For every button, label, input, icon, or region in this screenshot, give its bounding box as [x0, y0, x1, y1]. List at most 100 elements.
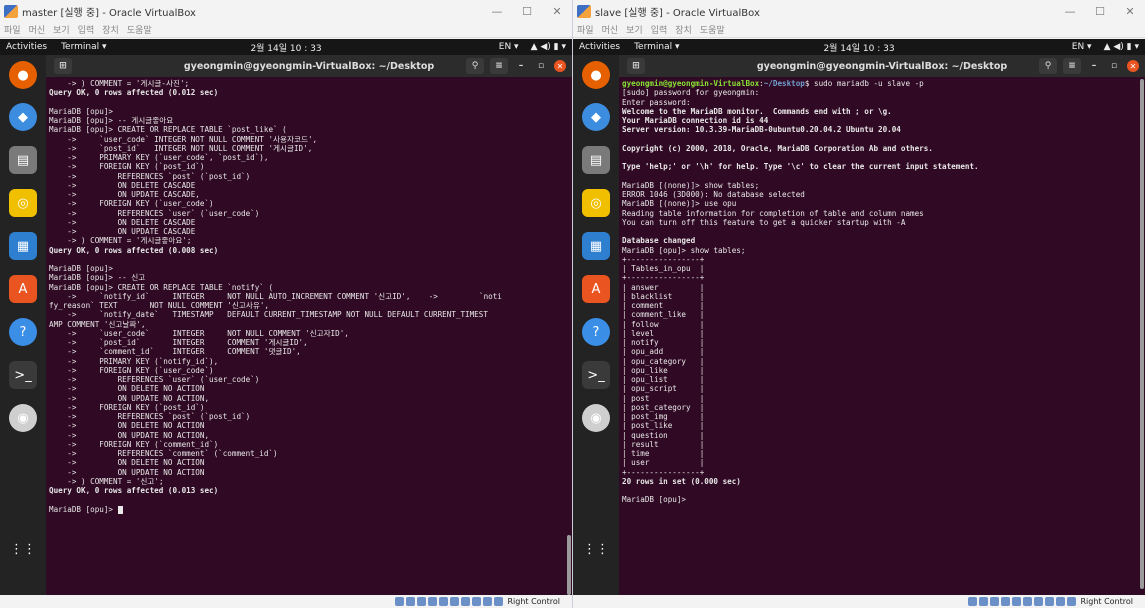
search-icon[interactable]: ⚲	[466, 58, 484, 74]
minimize-button[interactable]: —	[1055, 5, 1085, 18]
terminal-line: Enter password:	[622, 97, 691, 107]
close-icon[interactable]: ✕	[554, 60, 566, 72]
terminal-line: Query OK, 0 rows affected (0.008 sec)	[49, 245, 219, 255]
close-icon[interactable]: ✕	[1127, 60, 1139, 72]
prompt-user: gyeongmin@gyeongmin-VirtualBox	[622, 79, 760, 88]
files-icon[interactable]: ▤	[9, 146, 37, 174]
terminal-icon[interactable]: >_	[9, 361, 37, 389]
disc-icon[interactable]: ◉	[9, 404, 37, 432]
terminal-line: 20 rows in set (0.000 sec)	[622, 476, 741, 486]
vm-titlebar: slave [실행 중] - Oracle VirtualBox — ☐ ✕	[573, 0, 1145, 22]
terminal-line: -> FOREIGN KEY (`comment_id`)	[49, 439, 219, 449]
terminal-line: MariaDB [opu]>	[49, 264, 114, 273]
virtualbox-logo-icon	[577, 4, 591, 18]
terminal-line: ERROR 1046 (3D000): No database selected	[622, 190, 805, 199]
terminal-line: -> `post_id` INTEGER COMMENT '게시글ID',	[49, 338, 308, 347]
terminal-line: | result |	[622, 439, 705, 449]
system-menu[interactable]: ▲ ◀) ▮ ▾	[1104, 42, 1139, 52]
input-language[interactable]: EN ▾	[1072, 42, 1092, 52]
maximize-icon[interactable]: ▫	[1107, 61, 1121, 71]
terminal-scrollbar[interactable]	[565, 77, 571, 595]
terminal-scrollbar[interactable]	[1138, 77, 1144, 595]
terminal-output[interactable]: gyeongmin@gyeongmin-VirtualBox:~/Desktop…	[619, 77, 1137, 595]
menu-view[interactable]: 보기	[626, 23, 643, 36]
menu-machine[interactable]: 머신	[602, 23, 619, 36]
writer-icon[interactable]: ▦	[582, 232, 610, 260]
prompt-command: $ sudo mariadb -u slave -p	[804, 79, 924, 88]
menu-devices[interactable]: 장치	[675, 23, 692, 36]
rhythmbox-icon[interactable]: ◎	[9, 189, 37, 217]
terminal-line: Query OK, 0 rows affected (0.013 sec)	[49, 486, 219, 495]
system-menu[interactable]: ▲ ◀) ▮ ▾	[531, 42, 566, 52]
terminal-line: -> PRIMARY KEY (`notify_id`),	[49, 356, 219, 366]
hamburger-menu-icon[interactable]: ≡	[490, 58, 508, 74]
apps-grid-icon[interactable]: ⋮⋮	[9, 535, 37, 563]
maximize-icon[interactable]: ▫	[534, 61, 548, 71]
files-icon[interactable]: ▤	[582, 146, 610, 174]
clock[interactable]: 2월 14일 10 : 33	[250, 41, 321, 54]
firefox-icon[interactable]: ●	[582, 61, 610, 89]
terminal-line: MariaDB [opu]> CREATE OR REPLACE TABLE `…	[49, 125, 287, 135]
minimize-icon[interactable]: –	[514, 61, 528, 71]
menu-file[interactable]: 파일	[577, 23, 594, 36]
firefox-icon[interactable]: ●	[9, 61, 37, 89]
software-icon[interactable]: A	[582, 275, 610, 303]
thunderbird-icon[interactable]: ◆	[9, 103, 37, 131]
terminal-line: +----------------+	[622, 273, 705, 283]
menu-help[interactable]: 도움말	[127, 23, 152, 36]
terminal-line: -> ) COMMENT = '게시글좋아요';	[49, 236, 192, 246]
disc-icon[interactable]: ◉	[582, 404, 610, 432]
hamburger-menu-icon[interactable]: ≡	[1063, 58, 1081, 74]
menu-view[interactable]: 보기	[53, 23, 70, 36]
terminal-line: -> ) COMMENT = '게시글-사진';	[49, 79, 190, 88]
close-button[interactable]: ✕	[542, 5, 572, 18]
terminal-icon[interactable]: >_	[582, 361, 610, 389]
menu-machine[interactable]: 머신	[29, 23, 46, 36]
status-device-icons	[395, 597, 504, 606]
terminal-line: | post_img |	[622, 412, 705, 421]
terminal-output[interactable]: -> ) COMMENT = '게시글-사진'; Query OK, 0 row…	[46, 77, 564, 595]
terminal-line: You can turn off this feature to get a q…	[622, 217, 906, 227]
search-icon[interactable]: ⚲	[1039, 58, 1057, 74]
menu-file[interactable]: 파일	[4, 23, 21, 36]
writer-icon[interactable]: ▦	[9, 232, 37, 260]
apps-grid-icon[interactable]: ⋮⋮	[582, 535, 610, 563]
clock[interactable]: 2월 14일 10 : 33	[823, 41, 894, 54]
software-icon[interactable]: A	[9, 275, 37, 303]
menu-input[interactable]: 입력	[651, 23, 668, 36]
rhythmbox-icon[interactable]: ◎	[582, 189, 610, 217]
host-key-label: Right Control	[1080, 597, 1133, 606]
terminal-line: [sudo] password for gyeongmin:	[622, 88, 760, 98]
help-icon[interactable]: ?	[9, 318, 37, 346]
thunderbird-icon[interactable]: ◆	[582, 103, 610, 131]
help-icon[interactable]: ?	[582, 318, 610, 346]
terminal-line: Database changed	[622, 236, 696, 246]
terminal-app-menu[interactable]: Terminal ▾	[634, 42, 679, 52]
menu-devices[interactable]: 장치	[102, 23, 119, 36]
menu-input[interactable]: 입력	[78, 23, 95, 36]
activities-button[interactable]: Activities	[579, 42, 620, 52]
terminal-line: AMP COMMENT '신고날짜',	[49, 319, 146, 329]
minimize-icon[interactable]: –	[1087, 61, 1101, 71]
maximize-button[interactable]: ☐	[512, 5, 542, 18]
terminal-line: -> `post_id` INTEGER NOT NULL COMMENT '게…	[49, 143, 313, 153]
close-button[interactable]: ✕	[1115, 5, 1145, 18]
terminal-line: | post_category |	[622, 402, 705, 412]
input-language[interactable]: EN ▾	[499, 42, 519, 52]
terminal-line: -> ON UPDATE NO ACTION,	[49, 430, 210, 440]
activities-button[interactable]: Activities	[6, 42, 47, 52]
terminal-line: -> ON DELETE CASCADE	[49, 180, 196, 190]
maximize-button[interactable]: ☐	[1085, 5, 1115, 18]
terminal-app-menu[interactable]: Terminal ▾	[61, 42, 106, 52]
terminal-line: -> ) COMMENT = '신고';	[49, 476, 164, 486]
minimize-button[interactable]: —	[482, 5, 512, 18]
terminal-line: MariaDB [(none)]> show tables;	[622, 180, 760, 190]
terminal-line: +----------------+	[622, 254, 705, 264]
terminal-line: -> ON DELETE NO ACTION	[49, 458, 205, 468]
terminal-line: -> ON DELETE NO ACTION	[49, 384, 205, 394]
terminal-window: ⊞ gyeongmin@gyeongmin-VirtualBox: ~/Desk…	[46, 55, 572, 595]
new-tab-icon[interactable]: ⊞	[54, 58, 72, 74]
terminal-title: gyeongmin@gyeongmin-VirtualBox: ~/Deskto…	[756, 60, 1008, 72]
menu-help[interactable]: 도움말	[700, 23, 725, 36]
new-tab-icon[interactable]: ⊞	[627, 58, 645, 74]
